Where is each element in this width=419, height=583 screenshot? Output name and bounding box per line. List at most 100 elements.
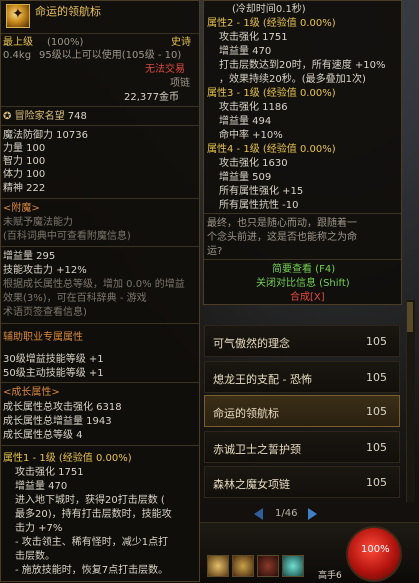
growth-stat: 根据成长属性总等级，增加 0.0% 的增益	[3, 279, 185, 290]
attr-line: 最多20)，持有打击层数时，技能攻	[15, 509, 172, 520]
divider	[1, 323, 199, 324]
attr-line: 打击层数达到20时，所有速度 +10%	[219, 60, 386, 71]
trade-status: 无法交易	[145, 64, 185, 75]
compose-button[interactable]: 合成[X]	[290, 291, 325, 304]
divider	[1, 125, 199, 126]
support-header: 辅助职业专属属性	[3, 332, 83, 343]
fame-label: ✪ 冒险家名望 748	[3, 110, 87, 123]
divider	[204, 213, 401, 214]
attr-line: 击层数。	[15, 551, 55, 562]
growth-line: 成长属性总等级 4	[3, 430, 83, 441]
attr-line: 增益量 509	[219, 172, 272, 183]
divider	[1, 382, 199, 383]
next-page-arrow-icon[interactable]	[308, 508, 317, 520]
fame-icon: ✪	[3, 111, 12, 122]
list-item-level: 105	[366, 476, 387, 489]
attr-line: ，效果持续20秒。(最多叠加1次)	[219, 74, 366, 85]
attr-title: 属性2 - 1级 (经验值 0.00%)	[207, 18, 336, 29]
stat-line: 魔法防御力 10736	[3, 130, 88, 141]
growth-header: <成长属性>	[3, 387, 60, 398]
weight: 0.4kg	[3, 50, 32, 61]
grade-percent: (100%)	[47, 37, 84, 48]
list-item[interactable]: 赤诚卫士之誓护颈 105	[204, 431, 400, 463]
attr-line: 所有属性强化 +15	[219, 186, 304, 197]
item-tooltip-left: ✦ 命运的领航标 最上级 (100%) 史诗 0.4kg 95级以上可以使用(1…	[0, 0, 200, 582]
item-tooltip-right: (冷却时间0.1秒) 属性2 - 1级 (经验值 0.00%) 攻击强化 175…	[203, 0, 402, 305]
attr-line: 所有属性抗性 -10	[219, 200, 299, 211]
list-item-level: 105	[366, 335, 387, 348]
item-name: 命运的领航标	[35, 5, 101, 18]
flavor-text: 最终，也只是随心而动，跟随着一	[207, 218, 357, 229]
level-requirement: 95级以上可以使用(105级 - 10)	[39, 50, 182, 61]
support-line: 30级增益技能等级 +1	[3, 354, 104, 365]
growth-stat: 效果(3%)，可在百科辞典 - 游戏	[3, 293, 147, 304]
attr-line: - 攻击领主、稀有怪时，减少1点打	[15, 537, 169, 548]
attr-line: 增益量 494	[219, 116, 272, 127]
list-item-name: 可气傲然的理念	[213, 337, 290, 350]
growth-line: 成长属性总攻击强化 6318	[3, 402, 122, 413]
flavor-text: 运?	[207, 246, 223, 257]
list-item-level: 105	[366, 371, 387, 384]
rarity: 史诗	[171, 37, 191, 48]
hud-label: 高手6	[318, 571, 342, 581]
stat-line: 力量 100	[3, 143, 46, 154]
attr-line: 攻击强化 1630	[219, 158, 288, 169]
close-compare-button[interactable]: 关闭对比信息 (Shift)	[256, 277, 350, 290]
list-item[interactable]: 可气傲然的理念 105	[204, 325, 400, 357]
growth-stat: 增益量 295	[3, 251, 56, 262]
fame-value: 748	[67, 111, 87, 122]
divider	[204, 259, 401, 260]
list-item-name: 命运的领航标	[213, 407, 279, 420]
stat-line: 体力 100	[3, 169, 46, 180]
list-item-level: 105	[366, 405, 387, 418]
list-item[interactable]: 森林之魔女项链 105	[204, 466, 400, 498]
attr-line: 增益量 470	[15, 481, 68, 492]
attr-line: - 施放技能时，恢复7点打击层数。	[15, 565, 169, 576]
list-item-level: 105	[366, 441, 387, 454]
attr-line: 攻击强化 1751	[15, 467, 84, 478]
list-item-name: 赤诚卫士之誓护颈	[213, 443, 301, 456]
item-icon: ✦	[6, 4, 30, 28]
skill-slot-icon[interactable]	[232, 555, 254, 577]
support-line: 50级主动技能等级 +1	[3, 368, 104, 379]
stat-line: 精神 222	[3, 183, 46, 194]
attr-line: (冷却时间0.1秒)	[232, 4, 306, 15]
enchant-line: 未赋予魔法能力	[3, 217, 73, 228]
skill-slot-icon[interactable]	[207, 555, 229, 577]
attr-line: 增益量 470	[219, 46, 272, 57]
growth-line: 成长属性总增益量 1943	[3, 416, 112, 427]
hp-percent: 100%	[361, 544, 390, 555]
attr-title: 属性1 - 1级 (经验值 0.00%)	[3, 453, 132, 464]
skill-slot-icon[interactable]	[282, 555, 304, 577]
attr-line: 进入地下城时，获得20打击层数 (	[15, 495, 165, 506]
grade: 最上级	[3, 37, 33, 48]
list-item[interactable]: 熄龙王的支配 - 恐怖 105	[204, 361, 400, 393]
list-scrollbar-thumb[interactable]	[407, 302, 413, 332]
slot: 项链	[170, 78, 190, 89]
list-item-selected[interactable]: 命运的领航标 105	[204, 395, 400, 427]
divider	[1, 445, 199, 446]
page-indicator: 1/46	[275, 508, 298, 519]
attr-line: 攻击强化 1751	[219, 32, 288, 43]
attr-line: 攻击强化 1186	[219, 102, 288, 113]
flavor-text: 个念头前进，这是否也能称之为命	[207, 232, 357, 243]
enchant-header: <附魔>	[3, 203, 40, 214]
attr-title: 属性3 - 1级 (经验值 0.00%)	[207, 88, 336, 99]
skill-slot-icon[interactable]	[257, 555, 279, 577]
price: 22,377金币	[124, 92, 179, 103]
divider	[1, 33, 199, 34]
enchant-line: (百科词典中可查看附魔信息)	[3, 231, 131, 242]
attr-title: 属性4 - 1级 (经验值 0.00%)	[207, 144, 336, 155]
growth-stat: 术语页签查看信息)	[3, 307, 87, 318]
divider	[1, 106, 199, 107]
list-item-name: 熄龙王的支配 - 恐怖	[213, 373, 312, 386]
fame-label-text: 冒险家名望	[14, 111, 65, 122]
list-item-name: 森林之魔女项链	[213, 478, 290, 491]
divider	[1, 198, 199, 199]
attr-line: 击力 +7%	[15, 523, 63, 534]
simple-view-button[interactable]: 简要查看 (F4)	[272, 263, 335, 276]
stat-line: 智力 100	[3, 156, 46, 167]
attr-line: 命中率 +10%	[219, 130, 283, 141]
prev-page-arrow-icon[interactable]	[254, 508, 263, 520]
growth-stat: 技能攻击力 +12%	[3, 265, 87, 276]
